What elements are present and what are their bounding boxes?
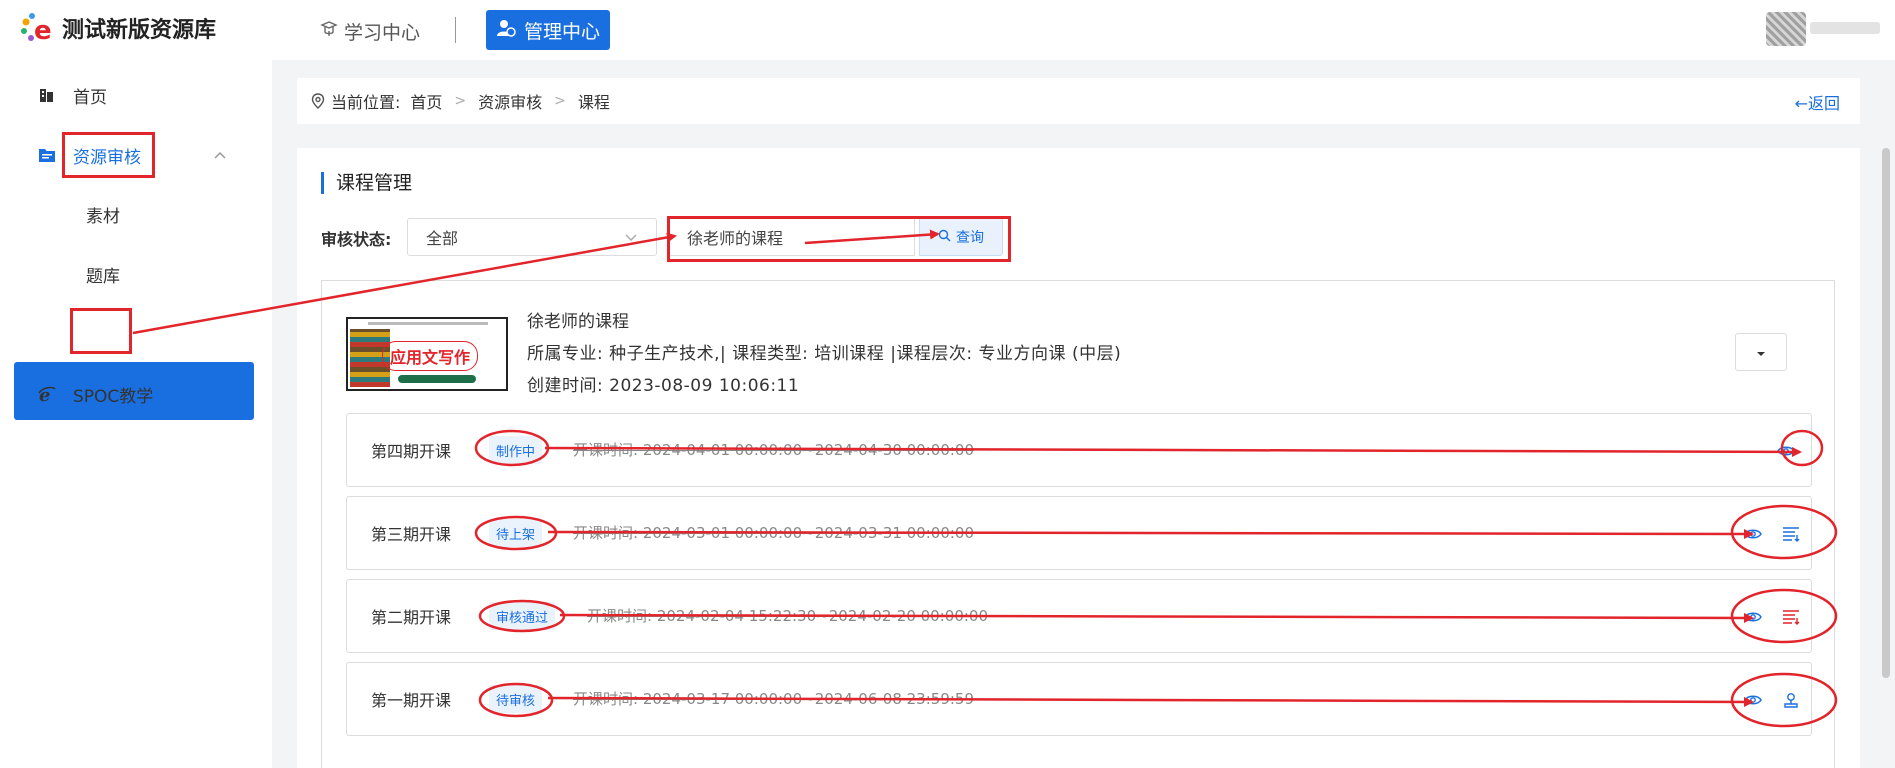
breadcrumb-prefix: 当前位置: xyxy=(331,93,401,112)
course-expand-button[interactable] xyxy=(1735,333,1787,371)
review-status-value: 全部 xyxy=(426,229,459,248)
course-management-panel: 课程管理 审核状态: 全部 查询 应用文写作 徐老师的课程 所属专业: 种子生产… xyxy=(297,148,1860,768)
term-row: 第四期开课 制作中 开课时间: 2024-04-01 00:00:00~2024… xyxy=(346,413,1812,487)
graduation-cap-icon xyxy=(320,20,338,43)
chevron-right-icon: > xyxy=(554,93,566,109)
thumbnail-header-line xyxy=(368,322,488,325)
status-badge: 待上架 xyxy=(489,519,543,547)
course-card: 应用文写作 徐老师的课程 所属专业: 种子生产技术,| 课程类型: 培训课程 |… xyxy=(321,280,1835,768)
breadcrumb-course: 课程 xyxy=(577,93,610,112)
term-time: 开课时间: 2024-02-04 15:22:30~2024-02-20 00:… xyxy=(587,607,989,625)
admin-user-icon xyxy=(496,18,516,43)
nav-study-center[interactable]: 学习中心 xyxy=(320,12,420,50)
sidebar-item-question-bank[interactable]: 题库 xyxy=(86,262,120,287)
term-row: 第三期开课 待上架 开课时间: 2024-03-01 00:00:00~2024… xyxy=(346,496,1812,570)
section-title: 课程管理 xyxy=(321,172,412,194)
list-icon[interactable] xyxy=(1780,523,1802,545)
term-name: 第二期开课 xyxy=(371,608,452,627)
breadcrumb: 当前位置: 首页 > 资源审核 > 课程 ←返回 xyxy=(297,78,1860,124)
review-status-label: 审核状态: xyxy=(321,230,392,249)
term-name: 第一期开课 xyxy=(371,691,452,710)
chevron-right-icon: > xyxy=(454,93,467,109)
annotation-box-resource-review xyxy=(62,132,155,178)
annotation-box-course xyxy=(70,308,132,354)
location-pin-icon xyxy=(311,93,325,109)
sidebar-spoc-label: SPOC教学 xyxy=(73,386,154,407)
back-link[interactable]: ←返回 xyxy=(1795,90,1840,114)
eye-icon[interactable] xyxy=(1742,606,1764,628)
status-badge: 制作中 xyxy=(489,436,543,464)
term-row: 第一期开课 待审核 开课时间: 2024-03-17 00:00:00~2024… xyxy=(346,662,1812,736)
chevron-up-icon[interactable] xyxy=(213,145,227,165)
avatar[interactable] xyxy=(1766,12,1806,46)
annotation-box-search xyxy=(667,216,1011,262)
folder-icon xyxy=(38,146,56,164)
course-meta: 所属专业: 种子生产技术,| 课程类型: 培训课程 |课程层次: 专业方向课 (… xyxy=(527,344,1122,364)
course-name: 徐老师的课程 xyxy=(527,312,629,332)
breadcrumb-home[interactable]: 首页 xyxy=(410,89,442,113)
status-badge: 审核通过 xyxy=(489,602,556,630)
sidebar-home-label: 首页 xyxy=(73,87,107,108)
breadcrumb-resource-review[interactable]: 资源审核 xyxy=(478,89,542,113)
nav-admin-center[interactable]: 管理中心 xyxy=(486,10,611,50)
logo-icon: e xyxy=(20,12,56,46)
term-row: 第二期开课 审核通过 开课时间: 2024-02-04 15:22:30~202… xyxy=(346,579,1812,653)
course-created-time: 创建时间: 2023-08-09 10:06:11 xyxy=(527,376,800,396)
nav-divider xyxy=(455,17,456,43)
user-name-blurred[interactable] xyxy=(1810,22,1880,34)
svg-text:e: e xyxy=(34,16,52,44)
thumbnail-bar xyxy=(398,375,476,383)
ie-browser-icon: e xyxy=(38,385,56,403)
term-time: 开课时间: 2024-03-01 00:00:00~2024-03-31 00:… xyxy=(573,524,975,542)
sidebar-item-material[interactable]: 素材 xyxy=(86,202,120,227)
course-thumbnail[interactable]: 应用文写作 xyxy=(346,317,508,391)
eye-icon[interactable] xyxy=(1775,440,1797,462)
eye-icon[interactable] xyxy=(1742,523,1764,545)
reviewer-icon[interactable] xyxy=(1780,689,1802,711)
nav-admin-label: 管理中心 xyxy=(524,20,601,43)
nav-study-label: 学习中心 xyxy=(344,21,421,44)
scrollbar[interactable] xyxy=(1882,148,1890,678)
caret-down-icon xyxy=(1756,343,1766,361)
building-icon xyxy=(38,86,56,104)
review-status-select[interactable]: 全部 xyxy=(407,218,657,256)
thumbnail-title: 应用文写作 xyxy=(382,341,478,371)
term-name: 第三期开课 xyxy=(371,525,452,544)
app-title: 测试新版资源库 xyxy=(62,18,217,43)
term-time: 开课时间: 2024-03-17 00:00:00~2024-06-08 23:… xyxy=(573,690,975,708)
eye-icon[interactable] xyxy=(1742,689,1764,711)
app-logo[interactable]: e 测试新版资源库 xyxy=(20,12,217,46)
list-down-icon[interactable] xyxy=(1780,606,1802,628)
term-time: 开课时间: 2024-04-01 00:00:00~2024-04-30 00:… xyxy=(573,441,975,459)
term-name: 第四期开课 xyxy=(371,442,452,461)
top-bar: e 测试新版资源库 学习中心 管理中心 xyxy=(0,0,1895,60)
status-badge: 待审核 xyxy=(489,685,543,713)
chevron-down-icon xyxy=(624,228,638,247)
